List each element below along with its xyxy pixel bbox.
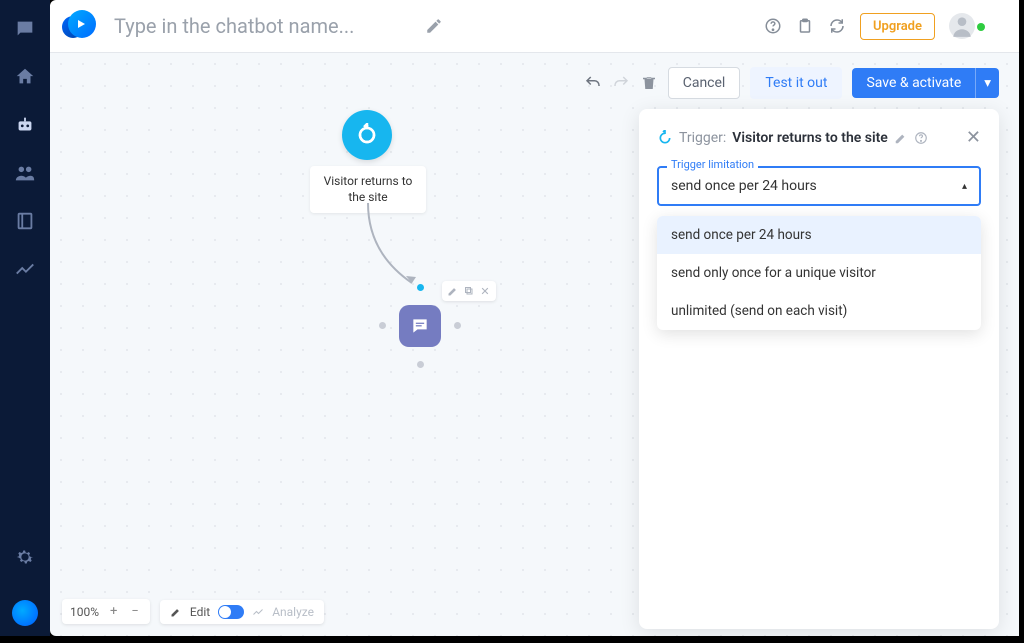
flow-canvas[interactable]: Cancel Test it out Save & activate ▾ Vis…	[50, 53, 1019, 636]
node-edit-icon[interactable]	[446, 284, 460, 298]
test-button[interactable]: Test it out	[750, 67, 842, 99]
panel-trigger-name: Visitor returns to the site	[732, 130, 888, 146]
bot-icon[interactable]	[14, 114, 36, 136]
trigger-limitation-field: Trigger limitation send once per 24 hour…	[657, 166, 981, 206]
save-activate-button[interactable]: Save & activate	[852, 68, 975, 98]
delete-icon[interactable]	[640, 74, 658, 92]
node-connector-top[interactable]	[417, 284, 424, 291]
upgrade-button[interactable]: Upgrade	[860, 13, 935, 40]
save-dropdown-button[interactable]: ▾	[975, 68, 999, 98]
dropdown-option[interactable]: send only once for a unique visitor	[657, 254, 981, 292]
home-icon[interactable]	[14, 66, 36, 88]
panel-edit-icon[interactable]	[894, 131, 908, 145]
trigger-node[interactable]	[342, 110, 392, 160]
analyze-mode-label[interactable]: Analyze	[272, 605, 314, 619]
user-avatar[interactable]	[949, 13, 975, 39]
dropdown-option[interactable]: send once per 24 hours	[657, 216, 981, 254]
chat-icon[interactable]	[14, 18, 36, 40]
canvas-toolbar: Cancel Test it out Save & activate ▾	[584, 67, 999, 99]
message-node[interactable]	[399, 305, 441, 347]
analyze-icon	[252, 606, 264, 618]
mode-toggle[interactable]	[218, 605, 244, 619]
refresh-icon[interactable]	[828, 17, 846, 35]
mode-switcher: Edit Analyze	[160, 600, 324, 624]
node-connector-right[interactable]	[454, 322, 461, 329]
panel-help-icon[interactable]	[914, 131, 928, 145]
caret-up-icon: ▴	[962, 181, 967, 192]
panel-trigger-prefix: Trigger:	[679, 130, 726, 146]
panel-close-icon[interactable]: ✕	[966, 127, 981, 148]
settings-icon[interactable]	[14, 546, 36, 568]
clipboard-icon[interactable]	[796, 17, 814, 35]
node-delete-icon[interactable]: ✕	[478, 284, 492, 298]
analytics-icon[interactable]	[14, 258, 36, 280]
node-connector-left[interactable]	[379, 322, 386, 329]
edit-name-icon[interactable]	[425, 17, 443, 35]
help-icon[interactable]	[764, 17, 782, 35]
cancel-button[interactable]: Cancel	[668, 67, 741, 99]
brand-bubble-icon[interactable]	[12, 600, 38, 626]
node-action-bar: ✕	[442, 281, 496, 301]
trigger-node-label: Visitor returns to the site	[310, 166, 426, 213]
bottom-toolbar: 100% + − Edit Analyze	[62, 599, 324, 624]
field-label: Trigger limitation	[667, 158, 758, 171]
select-value: send once per 24 hours	[671, 178, 817, 194]
top-header: Type in the chatbot name... Upgrade	[50, 0, 1019, 53]
zoom-out-button[interactable]: −	[128, 604, 141, 619]
dropdown-option[interactable]: unlimited (send on each visit)	[657, 292, 981, 330]
redo-icon[interactable]	[612, 74, 630, 92]
save-activate-group: Save & activate ▾	[852, 68, 999, 98]
zoom-level: 100%	[70, 605, 99, 619]
users-icon[interactable]	[14, 162, 36, 184]
zoom-in-button[interactable]: +	[107, 604, 120, 619]
zoom-control: 100% + −	[62, 599, 150, 624]
trigger-settings-panel: Trigger: Visitor returns to the site ✕ T…	[639, 109, 999, 629]
undo-icon[interactable]	[584, 74, 602, 92]
book-icon[interactable]	[14, 210, 36, 232]
edit-mode-label[interactable]: Edit	[190, 605, 210, 619]
pencil-icon	[170, 606, 182, 618]
node-copy-icon[interactable]	[462, 284, 476, 298]
chatbot-name-input[interactable]: Type in the chatbot name...	[112, 10, 413, 42]
trigger-limitation-dropdown: send once per 24 hours send only once fo…	[657, 216, 981, 330]
left-sidebar	[0, 0, 50, 636]
brand-logo	[68, 10, 100, 42]
trigger-limitation-select[interactable]: send once per 24 hours ▴	[657, 166, 981, 206]
panel-trigger-icon	[657, 130, 673, 146]
node-connector-bottom[interactable]	[417, 361, 424, 368]
flow-connector	[360, 203, 420, 293]
